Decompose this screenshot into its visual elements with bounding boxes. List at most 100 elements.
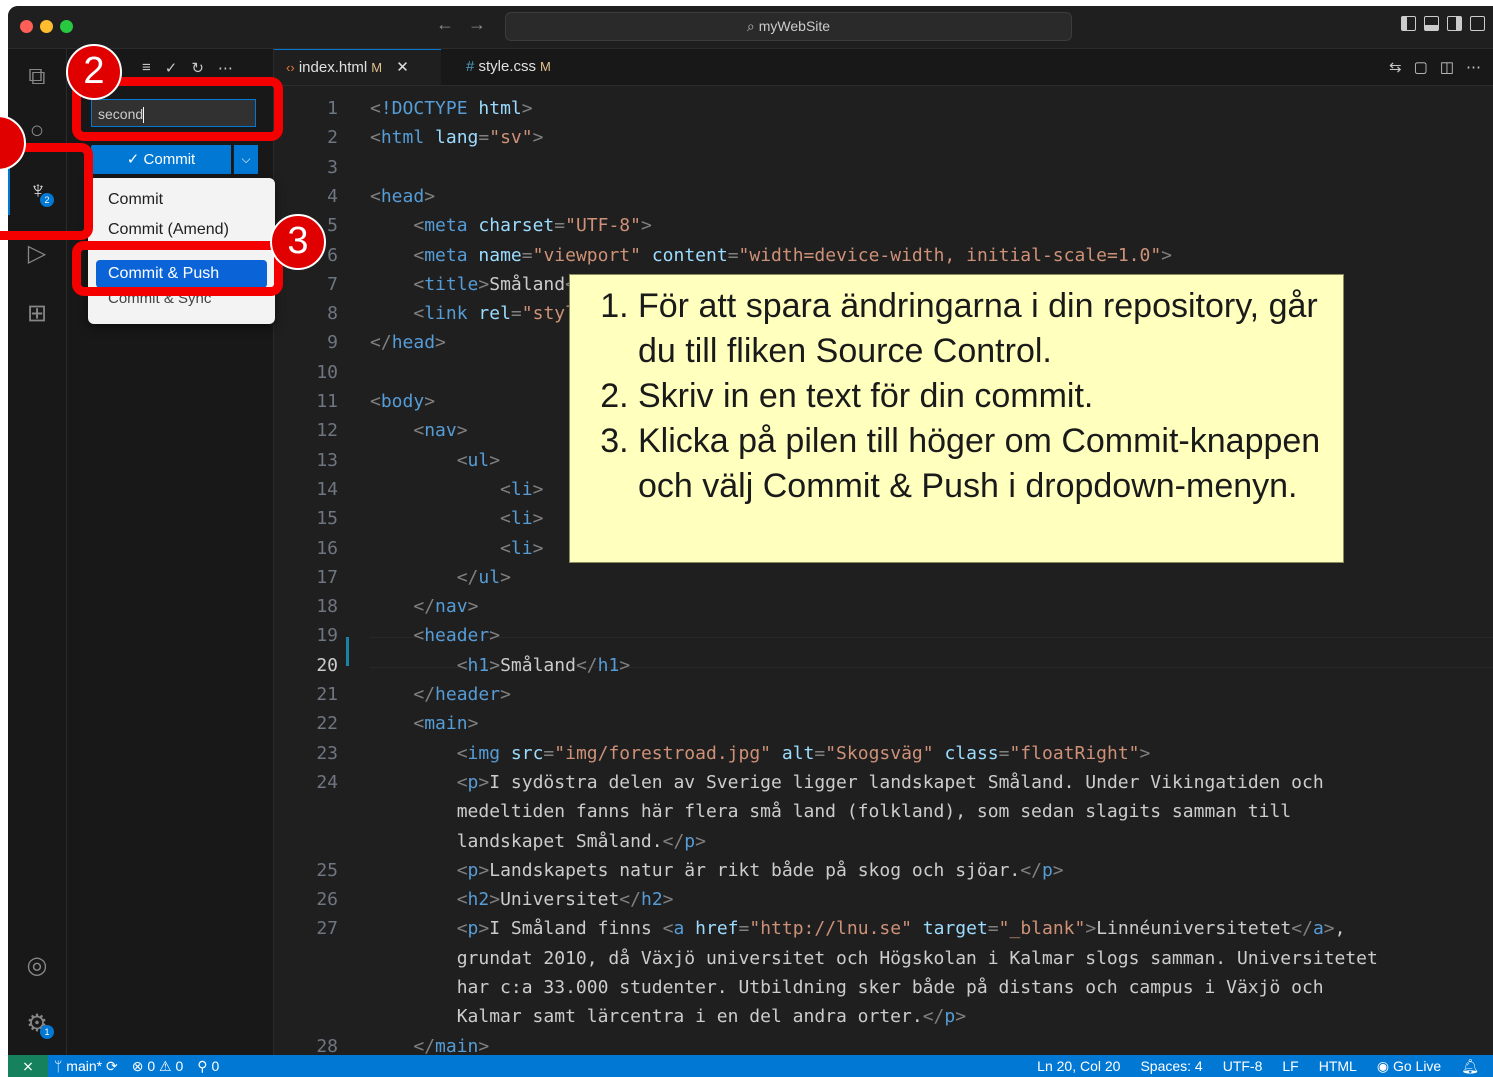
menu-item-commit-amend[interactable]: Commit (Amend) bbox=[96, 216, 267, 244]
close-tab-icon[interactable]: ✕ bbox=[396, 59, 409, 76]
code-line[interactable]: 19 <header> bbox=[274, 621, 1493, 650]
instruction-callout: För att spara ändringarna i din reposito… bbox=[569, 274, 1344, 563]
account-icon[interactable]: ◎ bbox=[8, 941, 66, 989]
line-number: 17 bbox=[316, 566, 338, 588]
toggle-secondary-sidebar-icon[interactable] bbox=[1447, 16, 1462, 31]
commit-button[interactable]: ✓ Commit bbox=[91, 145, 231, 174]
line-number: 24 bbox=[316, 771, 338, 793]
language-mode[interactable]: HTML bbox=[1319, 1055, 1357, 1077]
menu-item-commit-sync[interactable]: Commit & Sync bbox=[96, 296, 267, 308]
line-text: <p>I sydöstra delen av Sverige ligger la… bbox=[456, 771, 1324, 793]
line-text: <head> bbox=[370, 185, 436, 207]
notifications-bell-icon[interactable]: 🔔︎ bbox=[1461, 1055, 1479, 1077]
line-text: <img src="img/forestroad.jpg" alt="Skogs… bbox=[456, 742, 1151, 764]
more-icon[interactable]: ⋯ bbox=[218, 59, 233, 77]
commit-dropdown-arrow-icon[interactable]: ⌵ bbox=[233, 145, 258, 174]
line-text: <meta charset="UTF-8"> bbox=[413, 215, 652, 237]
line-text: <meta name="viewport" content="width=dev… bbox=[413, 244, 1173, 266]
code-line[interactable]: 25 <p>Landskapets natur är rikt både på … bbox=[274, 856, 1493, 885]
line-number: 19 bbox=[316, 625, 338, 647]
refresh-icon[interactable]: ↻ bbox=[191, 59, 204, 77]
settings-gear-icon[interactable]: ⚙ 1 bbox=[8, 999, 66, 1047]
line-text: grundat 2010, då Växjö universitet och H… bbox=[370, 947, 1378, 969]
code-line[interactable]: 3 bbox=[274, 153, 1493, 182]
remote-indicator-icon[interactable]: ⨯ bbox=[8, 1055, 48, 1077]
line-number: 8 bbox=[327, 303, 338, 325]
code-line[interactable]: 2 <html lang="sv"> bbox=[274, 123, 1493, 152]
code-line[interactable]: 24 <p>I sydöstra delen av Sverige ligger… bbox=[274, 768, 1493, 797]
code-line[interactable]: 5 <meta charset="UTF-8"> bbox=[274, 211, 1493, 240]
minimize-window-button[interactable] bbox=[40, 20, 53, 33]
explorer-icon[interactable]: ⧉ bbox=[8, 53, 66, 101]
code-line[interactable]: 22 <main> bbox=[274, 709, 1493, 738]
step-1: För att spara ändringarna i din reposito… bbox=[638, 284, 1323, 374]
toggle-primary-sidebar-icon[interactable] bbox=[1401, 16, 1416, 31]
line-text: <nav> bbox=[413, 420, 468, 442]
code-line[interactable]: 6 <meta name="viewport" content="width=d… bbox=[274, 241, 1493, 270]
line-text: medeltiden fanns här flera små land (fol… bbox=[370, 801, 1292, 823]
tab-style-css[interactable]: # style.css M bbox=[454, 49, 584, 85]
problems-indicator[interactable]: ⊗ 0 ⚠ 0 bbox=[132, 1055, 184, 1077]
toggle-panel-icon[interactable] bbox=[1424, 16, 1439, 31]
code-line[interactable]: 4 <head> bbox=[274, 182, 1493, 211]
line-text: <li> bbox=[500, 508, 544, 530]
close-window-button[interactable] bbox=[20, 20, 33, 33]
more-actions-icon[interactable]: ⋯ bbox=[1466, 58, 1481, 76]
line-number: 10 bbox=[316, 361, 338, 383]
list-icon[interactable]: ≡ bbox=[142, 59, 151, 77]
branch-indicator[interactable]: ᛘ main* ⟳ bbox=[54, 1055, 118, 1077]
menu-item-commit[interactable]: Commit bbox=[96, 186, 267, 214]
code-line[interactable]: 27 <p>I Småland finns <a href="http://ln… bbox=[274, 914, 1493, 943]
forward-arrow-icon[interactable]: → bbox=[468, 14, 500, 34]
code-line[interactable]: medeltiden fanns här flera små land (fol… bbox=[274, 797, 1493, 826]
command-center[interactable]: ⌕ myWebSite bbox=[505, 12, 1072, 41]
line-text: <li> bbox=[500, 537, 544, 559]
end-of-line[interactable]: LF bbox=[1282, 1055, 1298, 1077]
maximize-window-button[interactable] bbox=[60, 20, 73, 33]
line-number: 21 bbox=[316, 684, 338, 705]
indentation[interactable]: Spaces: 4 bbox=[1140, 1055, 1202, 1077]
extensions-icon[interactable]: ⊞ bbox=[8, 289, 66, 337]
line-text: <header> bbox=[413, 625, 501, 647]
line-number: 4 bbox=[327, 185, 338, 207]
open-changes-icon[interactable]: ⇆ bbox=[1389, 58, 1402, 76]
navigation-arrows[interactable]: ←→ bbox=[436, 14, 500, 35]
code-line[interactable]: har c:a 33.000 studenter. Utbildning ske… bbox=[274, 973, 1493, 1002]
tab-index-html[interactable]: ‹› index.html M ✕ bbox=[274, 49, 441, 85]
line-text: </head> bbox=[370, 332, 446, 354]
line-number: 9 bbox=[327, 332, 338, 354]
open-preview-icon[interactable]: ▢ bbox=[1414, 58, 1428, 76]
code-line[interactable]: 18 </nav> bbox=[274, 592, 1493, 621]
line-number: 2 bbox=[327, 127, 338, 149]
ports-indicator[interactable]: ⚲ 0 bbox=[197, 1055, 219, 1077]
code-line[interactable]: 1 <!DOCTYPE html> bbox=[274, 94, 1493, 123]
encoding[interactable]: UTF-8 bbox=[1223, 1055, 1263, 1077]
code-line[interactable]: 17 </ul> bbox=[274, 563, 1493, 592]
code-line[interactable]: Kalmar samt lärcentra i en del andra ort… bbox=[274, 1002, 1493, 1031]
search-icon: ⌕ bbox=[746, 18, 755, 34]
code-editor[interactable]: 1 <!DOCTYPE html> 2 <html lang="sv"> 3 4 <head… bbox=[274, 86, 1493, 1057]
check-icon[interactable]: ✓ bbox=[165, 59, 178, 77]
code-line[interactable]: landskapet Småland.</p> bbox=[274, 827, 1493, 856]
line-number: 26 bbox=[316, 889, 338, 911]
line-number: 15 bbox=[316, 508, 338, 530]
split-editor-icon[interactable]: ◫ bbox=[1440, 58, 1454, 76]
code-line[interactable]: 26 <h2>Universitet</h2> bbox=[274, 885, 1493, 914]
back-arrow-icon[interactable]: ← bbox=[436, 14, 468, 34]
line-text: <body> bbox=[370, 391, 436, 412]
line-text: <li> bbox=[500, 478, 544, 500]
step-3: Klicka på pilen till höger om Commit-kna… bbox=[638, 419, 1323, 509]
code-line[interactable]: 20 <h1>Småland</h1> bbox=[274, 651, 1493, 680]
code-line[interactable]: 23 <img src="img/forestroad.jpg" alt="Sk… bbox=[274, 739, 1493, 768]
go-live-button[interactable]: ◉ Go Live bbox=[1377, 1055, 1441, 1077]
cursor-position[interactable]: Ln 20, Col 20 bbox=[1037, 1055, 1120, 1077]
code-line[interactable]: grundat 2010, då Växjö universitet och H… bbox=[274, 944, 1493, 973]
line-number: 22 bbox=[316, 713, 338, 735]
customize-layout-icon[interactable] bbox=[1470, 16, 1485, 31]
settings-badge: 1 bbox=[40, 1025, 54, 1039]
broadcast-icon: ◉ bbox=[1376, 1058, 1393, 1074]
code-line[interactable]: 21 </header> bbox=[274, 680, 1493, 709]
line-number: 3 bbox=[327, 156, 338, 178]
line-text: <!DOCTYPE html> bbox=[370, 98, 533, 119]
status-bar: ⨯ ᛘ main* ⟳ ⊗ 0 ⚠ 0 ⚲ 0 Ln 20, Col 20 Sp… bbox=[8, 1055, 1493, 1077]
